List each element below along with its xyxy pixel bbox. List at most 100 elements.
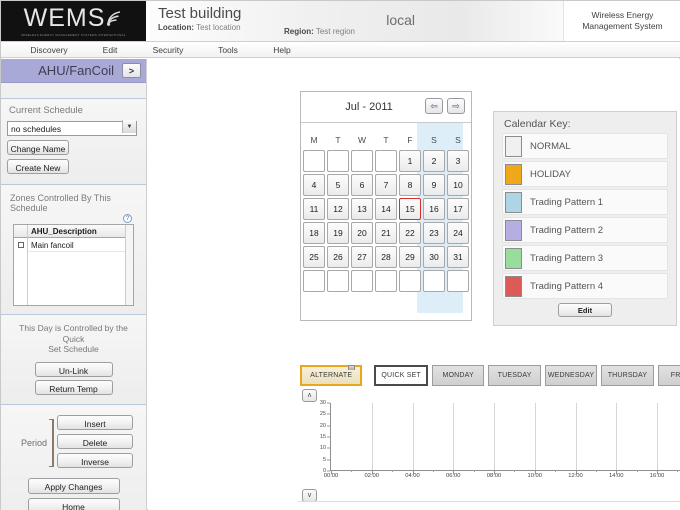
chart-y-axis: 0 5 10 15 20 25 30 bbox=[308, 400, 330, 474]
unlink-button[interactable]: Un-Link bbox=[34, 361, 113, 377]
calendar-day-cell[interactable]: 15 bbox=[399, 198, 421, 220]
chart-y-tick-label: 5 bbox=[322, 456, 326, 463]
tab-thursday[interactable]: THURSDAY bbox=[601, 365, 654, 386]
calendar-key-row[interactable]: Trading Pattern 3 bbox=[502, 245, 668, 271]
calendar-day-header: W bbox=[357, 135, 367, 145]
quickset-info-text: This Day is Controlled by the Quick Set … bbox=[7, 319, 140, 359]
calendar-nav-buttons: ⇦ ⇨ bbox=[425, 98, 465, 114]
menu-item-edit[interactable]: Edit bbox=[93, 45, 127, 55]
apply-changes-button[interactable]: Apply Changes bbox=[27, 477, 120, 494]
tab-tuesday[interactable]: TUESDAY bbox=[488, 365, 541, 386]
calendar-day-cell[interactable]: 30 bbox=[423, 246, 445, 268]
calendar-day-cell[interactable]: 22 bbox=[399, 222, 421, 244]
calendar-key-row[interactable]: HOLIDAY bbox=[502, 161, 668, 187]
calendar-cell-empty bbox=[303, 150, 325, 172]
next-month-icon[interactable]: ⇨ bbox=[447, 98, 465, 114]
prev-month-icon[interactable]: ⇦ bbox=[425, 98, 443, 114]
menu-item-security[interactable]: Security bbox=[145, 45, 191, 55]
brand-name-right: Wireless Energy Management System bbox=[563, 1, 680, 41]
home-button[interactable]: Home bbox=[27, 497, 120, 510]
tab-friday[interactable]: FRIDAY bbox=[657, 365, 680, 386]
calendar-day-cell[interactable]: 12 bbox=[327, 198, 349, 220]
calendar-day-header: M bbox=[310, 135, 318, 145]
chart-gridline bbox=[616, 403, 618, 470]
chart-scroll-up-button[interactable]: ʌ bbox=[302, 389, 317, 402]
tab-alternate[interactable]: ALTERNATE bbox=[300, 365, 363, 386]
calendar-day-cell[interactable]: 28 bbox=[375, 246, 397, 268]
menu-item-help[interactable]: Help bbox=[267, 45, 297, 55]
schedule-chart[interactable]: 0 5 10 15 20 25 30 00:00 02:00 04:00 06:00 08:00 10… bbox=[308, 400, 680, 485]
calendar-day-cell[interactable]: 23 bbox=[423, 222, 445, 244]
chevron-down-icon[interactable]: ▼ bbox=[122, 120, 136, 133]
table-row[interactable]: Main fancoil bbox=[28, 238, 125, 252]
calendar-day-cell[interactable]: 29 bbox=[399, 246, 421, 268]
period-group: Period Insert Delete Inverse bbox=[7, 409, 140, 474]
zones-checkbox-header bbox=[14, 225, 27, 238]
help-icon[interactable]: ? bbox=[123, 214, 132, 223]
period-buttons: Insert Delete Inverse bbox=[57, 414, 133, 472]
chart-x-minor-tick bbox=[677, 470, 679, 472]
calendar-day-header: S bbox=[455, 135, 461, 145]
sidebar-spacer bbox=[1, 83, 146, 99]
sidebar-header: AHU/FanCoil > bbox=[1, 59, 146, 83]
calendar-day-cell[interactable]: 8 bbox=[399, 174, 421, 196]
schedule-select[interactable] bbox=[7, 120, 137, 136]
calendar-day-cell[interactable]: 5 bbox=[327, 174, 349, 196]
calendar-day-cell[interactable]: 7 bbox=[375, 174, 397, 196]
tab-cap-icon bbox=[348, 365, 356, 370]
wems-logo: WEMS WIRELESS ENERGY MANAGEMENT SYSTEMS … bbox=[1, 1, 146, 41]
tab-wednesday[interactable]: WEDNESDAY bbox=[544, 365, 598, 386]
menu-item-discovery[interactable]: Discovery bbox=[23, 45, 75, 55]
return-temp-button[interactable]: Return Temp bbox=[34, 379, 113, 395]
calendar-key-row[interactable]: NORMAL bbox=[502, 133, 668, 159]
insert-button[interactable]: Insert bbox=[57, 414, 133, 430]
calendar-day-cell[interactable]: 17 bbox=[447, 198, 469, 220]
zones-table: AHU_Description Main fancoil bbox=[13, 224, 134, 306]
tab-quick-set[interactable]: QUICK SET bbox=[374, 365, 428, 386]
calendar-day-cell[interactable]: 20 bbox=[351, 222, 373, 244]
calendar-day-cell[interactable]: 13 bbox=[351, 198, 373, 220]
calendar-day-cell[interactable]: 6 bbox=[351, 174, 373, 196]
brand-line-2: Management System bbox=[582, 21, 663, 31]
calendar-key-row[interactable]: Trading Pattern 2 bbox=[502, 217, 668, 243]
inverse-button[interactable]: Inverse bbox=[57, 452, 133, 468]
color-swatch bbox=[505, 191, 522, 213]
calendar-key-edit-button[interactable]: Edit bbox=[558, 303, 612, 317]
calendar-day-cell[interactable]: 4 bbox=[303, 174, 325, 196]
calendar-day-cell[interactable]: 1 bbox=[399, 150, 421, 172]
calendar-day-cell[interactable]: 16 bbox=[423, 198, 445, 220]
calendar-day-cell[interactable]: 14 bbox=[375, 198, 397, 220]
zone-row-checkbox[interactable] bbox=[17, 242, 24, 248]
calendar-day-cell[interactable]: 3 bbox=[447, 150, 469, 172]
calendar-day-cell[interactable]: 27 bbox=[351, 246, 373, 268]
chart-x-minor-tick bbox=[636, 470, 638, 472]
zones-table-scrollbar[interactable] bbox=[125, 225, 133, 305]
calendar-day-cell[interactable]: 25 bbox=[303, 246, 325, 268]
tab-monday[interactable]: MONDAY bbox=[431, 365, 485, 386]
calendar-day-cell[interactable]: 21 bbox=[375, 222, 397, 244]
calendar-day-cell[interactable]: 18 bbox=[303, 222, 325, 244]
calendar-key-row[interactable]: Trading Pattern 4 bbox=[502, 273, 668, 299]
create-new-button[interactable]: Create New bbox=[7, 159, 69, 174]
quickset-info-section: This Day is Controlled by the Quick Set … bbox=[1, 315, 146, 405]
chart-x-tick-label: 12:00 bbox=[568, 473, 583, 479]
calendar-day-cell[interactable]: 26 bbox=[327, 246, 349, 268]
calendar-key-row[interactable]: Trading Pattern 1 bbox=[502, 189, 668, 215]
calendar-day-cell[interactable]: 2 bbox=[423, 150, 445, 172]
menu-item-tools[interactable]: Tools bbox=[211, 45, 245, 55]
calendar-day-cell[interactable]: 19 bbox=[327, 222, 349, 244]
calendar-day-cell[interactable]: 9 bbox=[423, 174, 445, 196]
calendar-day-cell[interactable]: 11 bbox=[303, 198, 325, 220]
quickset-info-line-2: Set Schedule bbox=[48, 344, 99, 355]
calendar-day-cell[interactable]: 31 bbox=[447, 246, 469, 268]
region-label: Region: bbox=[284, 27, 314, 36]
chart-plot-area[interactable]: 00:00 02:00 04:00 06:00 08:00 10:00 12:00 14:00… bbox=[324, 403, 680, 479]
calendar-day-cell[interactable]: 24 bbox=[447, 222, 469, 244]
change-name-button[interactable]: Change Name bbox=[7, 140, 69, 155]
next-panel-button[interactable]: > bbox=[122, 63, 141, 78]
calendar-cell-empty bbox=[375, 150, 397, 172]
calendar-day-cell[interactable]: 10 bbox=[447, 174, 469, 196]
delete-button[interactable]: Delete bbox=[57, 433, 133, 449]
wifi-signal-icon bbox=[106, 6, 123, 31]
schedule-select-wrap: ▼ bbox=[7, 119, 137, 136]
